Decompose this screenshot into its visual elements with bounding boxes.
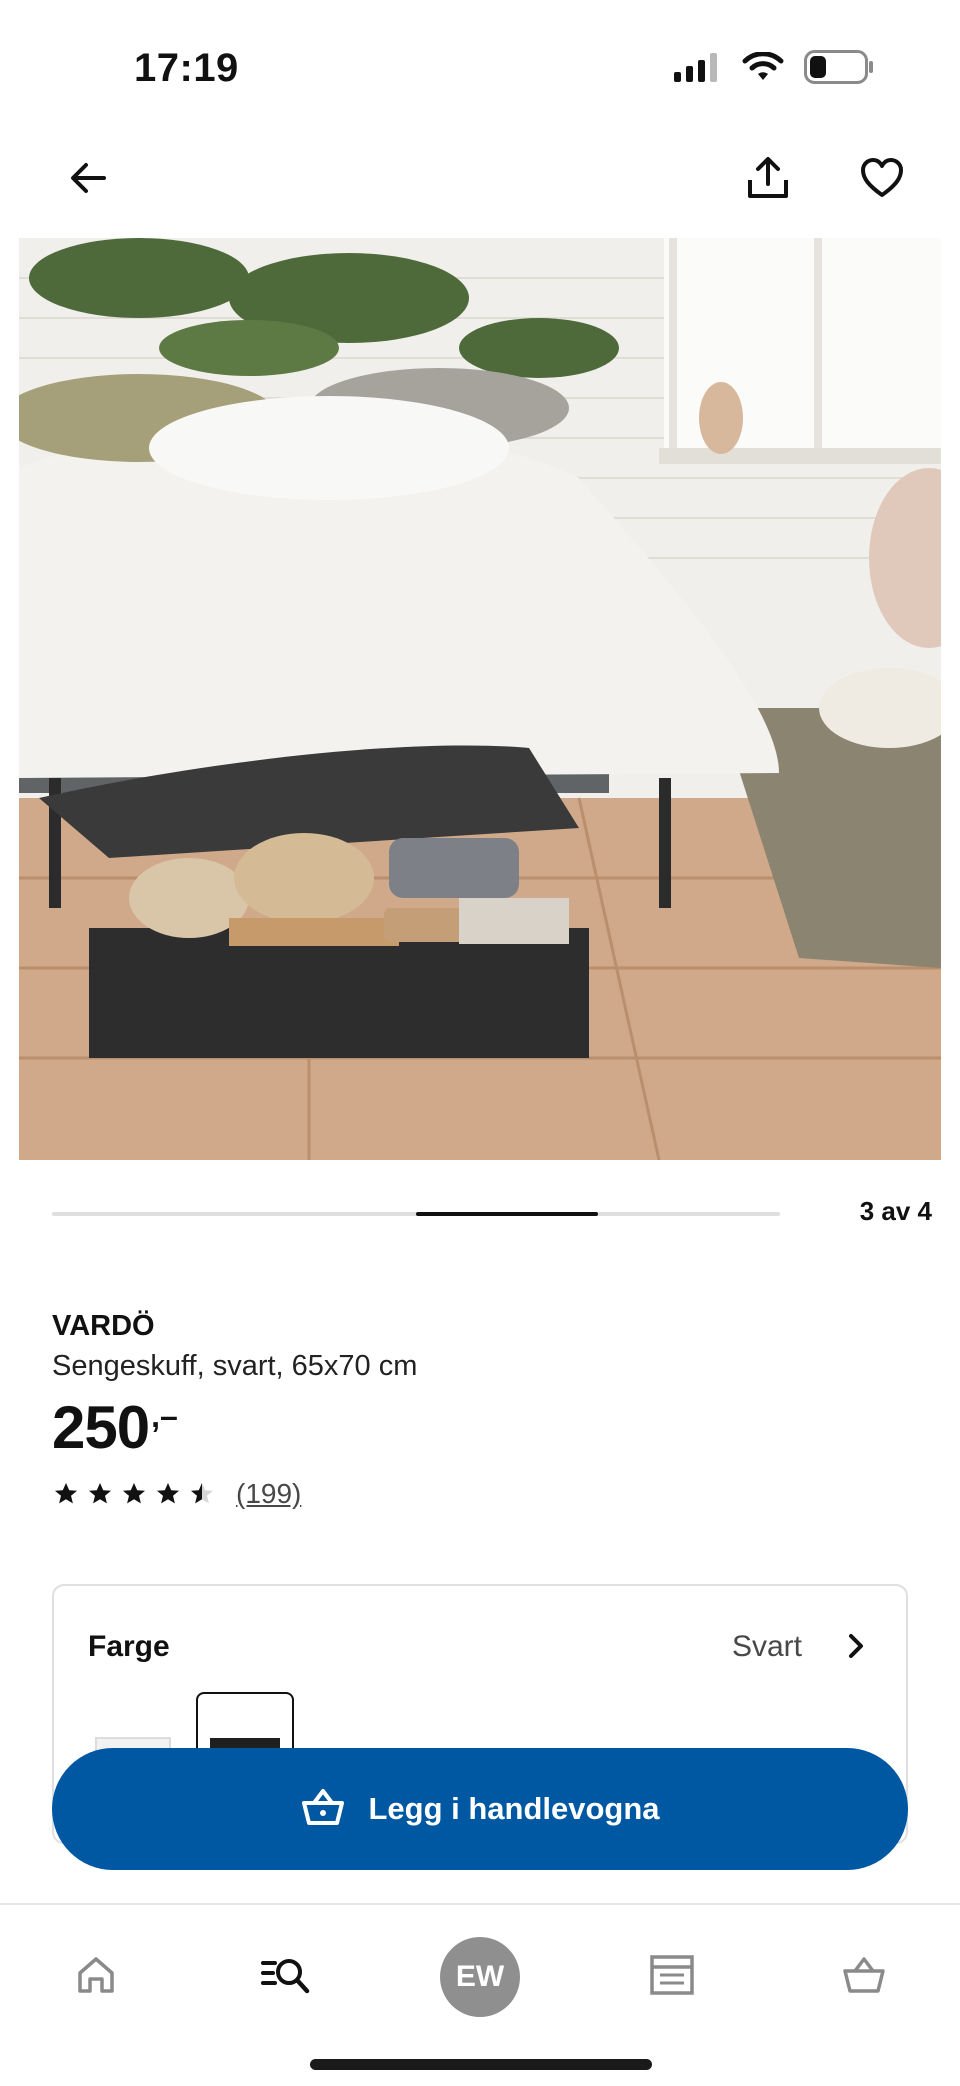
- carousel-position: [416, 1212, 598, 1216]
- home-indicator: [310, 2059, 652, 2070]
- star-icon: [89, 1483, 111, 1504]
- home-icon: [74, 1953, 118, 2002]
- heart-icon: [860, 157, 904, 204]
- product-image[interactable]: [19, 238, 941, 1160]
- basket-icon: [841, 1955, 887, 2000]
- rating[interactable]: (199): [52, 1478, 301, 1510]
- product-name: VARDÖ: [52, 1310, 155, 1342]
- favorite-button[interactable]: [842, 140, 922, 220]
- tab-profile[interactable]: EW: [430, 1927, 530, 2027]
- carousel-track: [52, 1212, 780, 1216]
- review-count-link[interactable]: (199): [236, 1478, 301, 1510]
- image-carousel-indicator: 3 av 4: [52, 1196, 932, 1236]
- bottom-tab-bar: EW: [0, 1903, 960, 2086]
- top-nav: [0, 130, 960, 240]
- share-button[interactable]: [728, 140, 808, 220]
- image-counter: 3 av 4: [859, 1196, 932, 1226]
- star-icon: [191, 1483, 213, 1504]
- rating-stars: [52, 1481, 216, 1507]
- price-value: 250: [52, 1394, 150, 1461]
- add-to-cart-button[interactable]: Legg i handlevogna: [52, 1748, 908, 1870]
- bedroom-scene-illustration: [19, 238, 941, 1160]
- wifi-icon: [742, 51, 784, 87]
- chevron-right-icon[interactable]: [836, 1626, 876, 1666]
- star-icon: [123, 1483, 145, 1504]
- price-suffix: ,–: [151, 1398, 178, 1434]
- search-list-icon: [261, 1953, 315, 2002]
- status-time: 17:19: [134, 46, 239, 90]
- status-bar: 17:19: [0, 0, 960, 130]
- tab-search[interactable]: [238, 1927, 338, 2027]
- back-button[interactable]: [48, 140, 128, 220]
- tab-stores[interactable]: [622, 1927, 722, 2027]
- star-icon: [55, 1483, 77, 1504]
- color-label: Farge: [88, 1630, 170, 1663]
- add-to-cart-label: Legg i handlevogna: [368, 1791, 660, 1826]
- tab-home[interactable]: [46, 1927, 146, 2027]
- product-description: Sengeskuff, svart, 65x70 cm: [52, 1350, 418, 1382]
- star-icon: [157, 1483, 179, 1504]
- color-selected-value: Svart: [731, 1630, 802, 1663]
- price: 250 ,–: [52, 1392, 178, 1464]
- status-icons: [674, 50, 874, 89]
- tab-cart[interactable]: [814, 1927, 914, 2027]
- signal-icon: [674, 52, 722, 87]
- store-icon: [648, 1953, 696, 2002]
- profile-avatar: EW: [440, 1937, 520, 2017]
- basket-icon: [300, 1787, 346, 1832]
- share-icon: [744, 154, 792, 207]
- arrow-left-icon: [66, 156, 110, 205]
- battery-icon: [804, 50, 874, 89]
